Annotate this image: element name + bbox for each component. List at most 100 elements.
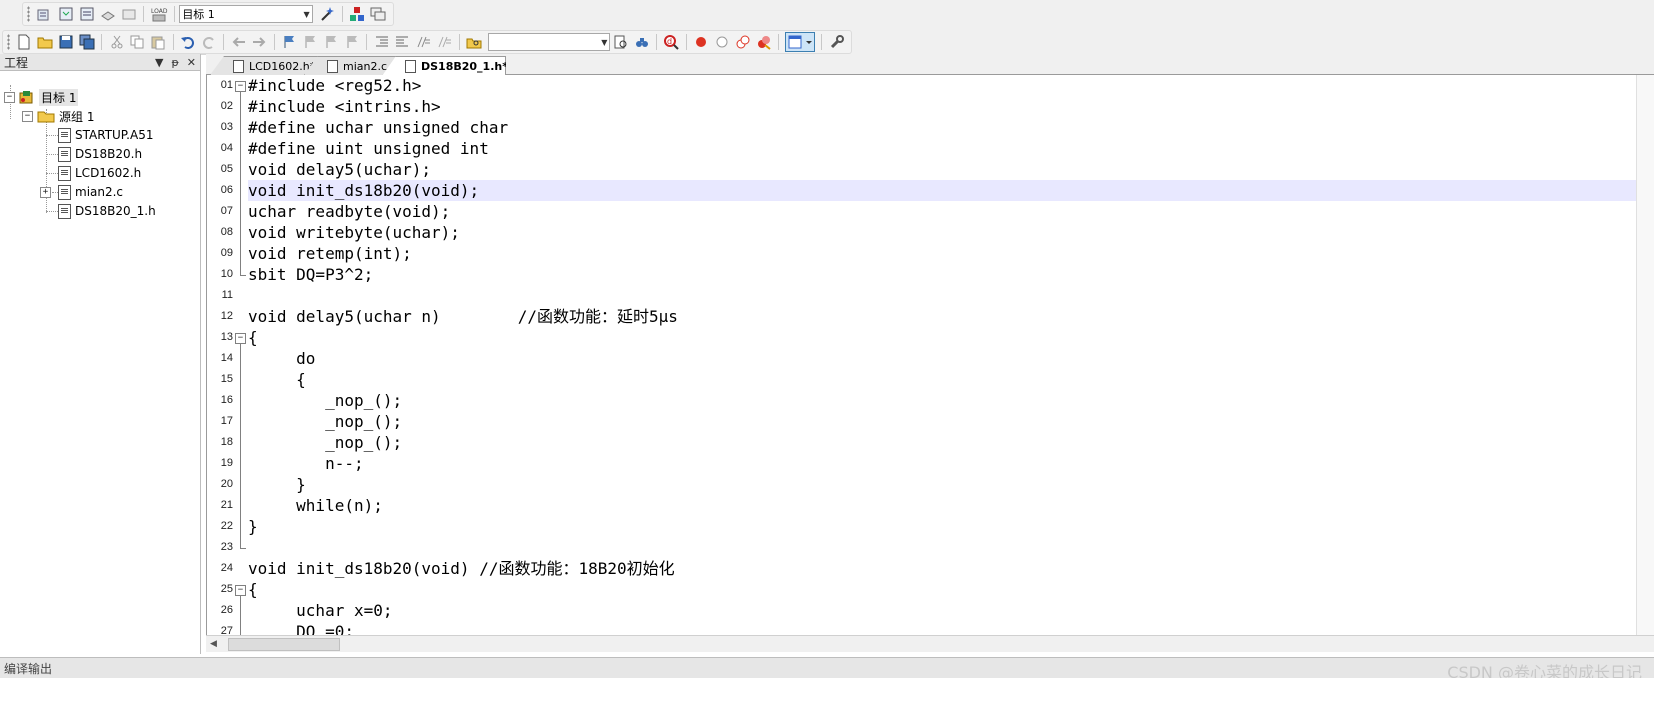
arrow-left-icon: [232, 37, 245, 47]
configure-button[interactable]: [828, 33, 845, 51]
rebuild-button[interactable]: [78, 5, 95, 23]
fold-collapse-icon[interactable]: −: [235, 81, 246, 92]
pin-icon[interactable]: ᵽ: [171, 56, 178, 69]
code-line[interactable]: void retemp(int);: [248, 243, 1654, 264]
fold-collapse-icon[interactable]: −: [235, 333, 246, 344]
close-icon[interactable]: ✕: [187, 56, 196, 69]
target-select[interactable]: 目标 1 ▼: [179, 5, 313, 23]
undo-button[interactable]: [180, 33, 197, 51]
code-line[interactable]: void delay5(uchar);: [248, 159, 1654, 180]
translate-button[interactable]: [36, 5, 53, 23]
disable-breakpoint-button[interactable]: [714, 33, 731, 51]
code-line[interactable]: uchar readbyte(void);: [248, 201, 1654, 222]
indent-button[interactable]: [373, 33, 390, 51]
uncomment-button[interactable]: [436, 33, 453, 51]
scroll-left-icon[interactable]: ◀: [210, 639, 217, 649]
manage-components-button[interactable]: [349, 5, 366, 23]
tree-item-file[interactable]: LCD1602.h: [58, 164, 141, 182]
code-line[interactable]: do: [248, 348, 1654, 369]
save-all-button[interactable]: [78, 33, 95, 51]
fold-guide: [240, 596, 241, 635]
unindent-icon: [396, 36, 409, 47]
code-line[interactable]: }: [248, 516, 1654, 537]
window-layout-button[interactable]: [785, 32, 816, 52]
code-line[interactable]: _nop_();: [248, 390, 1654, 411]
tree-item-source-group[interactable]: − 源组 1: [22, 107, 94, 125]
toolbar-grip[interactable]: [7, 34, 10, 50]
find-in-files-button[interactable]: [465, 33, 482, 51]
tab-ds18b20-1-h[interactable]: DS18B20_1.h*: [382, 56, 506, 76]
code-line[interactable]: #define uchar unsigned char: [248, 117, 1654, 138]
save-button[interactable]: [58, 33, 75, 51]
tree-item-file[interactable]: DS18B20_1.h: [58, 202, 156, 220]
code-line[interactable]: void init_ds18b20(void);: [248, 180, 1654, 201]
code-line[interactable]: [248, 285, 1654, 306]
code-line[interactable]: #define uint unsigned int: [248, 138, 1654, 159]
find-combo[interactable]: ▼: [488, 33, 611, 51]
multi-project-button[interactable]: [370, 5, 387, 23]
redo-button[interactable]: [200, 33, 217, 51]
copy-button[interactable]: [129, 33, 146, 51]
collapse-icon[interactable]: −: [4, 91, 15, 103]
horizontal-scrollbar[interactable]: ◀: [206, 635, 1654, 652]
bookmark-prev-icon: [305, 36, 316, 48]
code-line[interactable]: #include <reg52.h>: [248, 75, 1654, 96]
code-line[interactable]: while(n);: [248, 495, 1654, 516]
disable-all-breakpoints-button[interactable]: [734, 33, 751, 51]
expand-icon[interactable]: +: [40, 186, 51, 198]
paste-button[interactable]: [150, 33, 167, 51]
prev-bookmark-button[interactable]: [302, 33, 319, 51]
insert-breakpoint-button[interactable]: [693, 33, 710, 51]
stop-build-button[interactable]: [120, 5, 137, 23]
incremental-find-button[interactable]: [633, 33, 650, 51]
find-button[interactable]: [612, 33, 629, 51]
code-line[interactable]: n--;: [248, 453, 1654, 474]
code-line[interactable]: _nop_();: [248, 432, 1654, 453]
code-line[interactable]: void delay5(uchar n) //函数功能：延时5μs: [248, 306, 1654, 327]
code-line[interactable]: sbit DQ=P3^2;: [248, 264, 1654, 285]
build-button[interactable]: [57, 5, 74, 23]
code-editor[interactable]: 01 02 03 04 05 06 07 08 09 10 11 12 13 14 15 16 17 18 19 20…: [206, 75, 1654, 635]
fold-collapse-icon[interactable]: −: [235, 585, 246, 596]
code-line[interactable]: {: [248, 327, 1654, 348]
rebuild-icon: [80, 7, 94, 21]
new-file-button[interactable]: [16, 33, 33, 51]
toolbar-grip[interactable]: [27, 6, 30, 22]
tree-item-file[interactable]: + mian2.c: [40, 183, 123, 201]
code-line[interactable]: _nop_();: [248, 411, 1654, 432]
start-debug-button[interactable]: d: [663, 33, 680, 51]
scrollbar-thumb[interactable]: [228, 638, 340, 651]
open-file-button[interactable]: [37, 33, 54, 51]
code-line[interactable]: }: [248, 474, 1654, 495]
comment-button[interactable]: [415, 33, 432, 51]
code-line[interactable]: void init_ds18b20(void) //函数功能：18B20初始化: [248, 558, 1654, 579]
kill-all-breakpoints-button[interactable]: [755, 33, 772, 51]
batch-build-icon: [100, 11, 115, 21]
tree-item-file[interactable]: STARTUP.A51: [58, 126, 153, 144]
clear-bookmarks-button[interactable]: [343, 33, 360, 51]
insert-bookmark-button[interactable]: [281, 33, 298, 51]
panel-menu-icon[interactable]: ▼: [155, 56, 163, 69]
output-panel[interactable]: [0, 678, 1654, 727]
vertical-scrollbar[interactable]: [1636, 75, 1654, 635]
code-line[interactable]: uchar x=0;: [248, 600, 1654, 621]
navigate-back-button[interactable]: [230, 33, 247, 51]
code-line[interactable]: DQ =0;: [248, 621, 1654, 635]
tree-item-target[interactable]: − 目标 1: [4, 88, 79, 106]
code-line[interactable]: {: [248, 369, 1654, 390]
next-bookmark-button[interactable]: [323, 33, 340, 51]
tree-item-file[interactable]: DS18B20.h: [58, 145, 142, 163]
code-line[interactable]: void writebyte(uchar);: [248, 222, 1654, 243]
unindent-button[interactable]: [394, 33, 411, 51]
code-line[interactable]: #include <intrins.h>: [248, 96, 1654, 117]
navigate-forward-button[interactable]: [251, 33, 268, 51]
download-button[interactable]: LOAD: [150, 5, 168, 23]
cut-button[interactable]: [108, 33, 125, 51]
code-line[interactable]: {: [248, 579, 1654, 600]
code-line[interactable]: [248, 537, 1654, 558]
batch-build-button[interactable]: [99, 5, 116, 23]
line-number: 21: [220, 499, 233, 511]
target-options-button[interactable]: [319, 5, 336, 23]
toolbar-separator: [143, 6, 145, 22]
collapse-icon[interactable]: −: [22, 110, 33, 122]
